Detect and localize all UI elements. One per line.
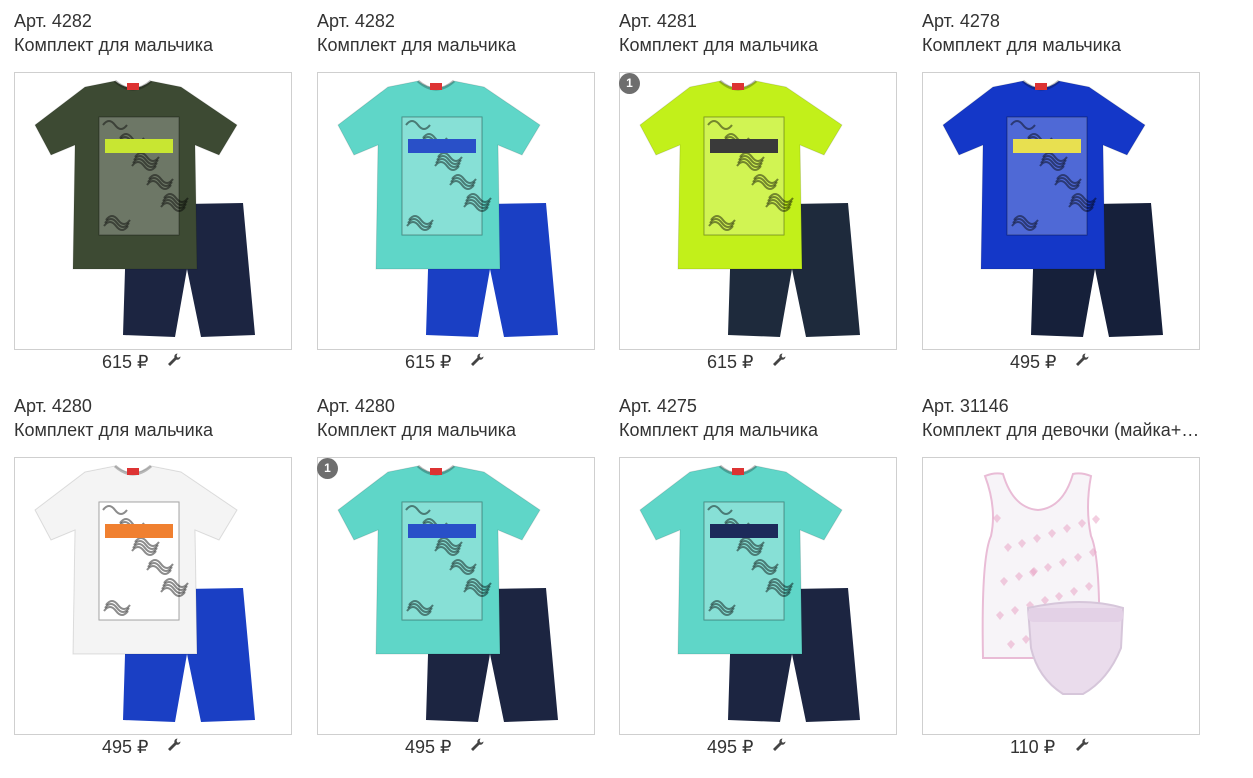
product-price: 495 ₽	[405, 737, 452, 757]
price-row: 495 ₽	[14, 736, 292, 758]
product-article: Арт. 31146	[922, 396, 1009, 416]
product-name[interactable]: Комплект для мальчика	[922, 33, 1200, 57]
product-article: Арт. 4275	[619, 396, 697, 416]
product-photo[interactable]	[317, 72, 595, 350]
product-card[interactable]: Арт. 4282 Комплект для мальчика 615 ₽	[14, 9, 292, 372]
product-article: Арт. 4280	[14, 396, 92, 416]
wrench-icon[interactable]	[166, 737, 182, 753]
wrench-icon[interactable]	[469, 737, 485, 753]
product-name[interactable]: Комплект для мальчика	[619, 33, 897, 57]
product-photo[interactable]	[317, 457, 595, 735]
product-photo[interactable]	[922, 457, 1200, 735]
price-row: 495 ₽	[619, 736, 897, 758]
product-name[interactable]: Комплект для мальчика	[317, 418, 595, 442]
product-card[interactable]: Арт. 4275 Комплект для мальчика 495 ₽	[619, 394, 897, 757]
price-row: 615 ₽	[619, 351, 897, 373]
price-row: 615 ₽	[14, 351, 292, 373]
product-card[interactable]: Арт. 4278 Комплект для мальчика 495 ₽	[922, 9, 1200, 372]
product-price: 110 ₽	[1010, 737, 1056, 757]
wrench-icon[interactable]	[1074, 352, 1090, 368]
product-card[interactable]: Арт. 4280 Комплект для мальчика 1 495 ₽	[317, 394, 595, 757]
product-count-badge: 1	[317, 458, 338, 479]
product-price: 495 ₽	[707, 737, 754, 757]
price-row: 495 ₽	[317, 736, 595, 758]
product-price: 615 ₽	[707, 352, 754, 372]
wrench-icon[interactable]	[771, 352, 787, 368]
product-article: Арт. 4282	[317, 11, 395, 31]
product-name[interactable]: Комплект для мальчика	[317, 33, 595, 57]
product-price: 615 ₽	[102, 352, 149, 372]
wrench-icon[interactable]	[166, 352, 182, 368]
product-name[interactable]: Комплект для мальчика	[619, 418, 897, 442]
product-price: 495 ₽	[1010, 352, 1057, 372]
wrench-icon[interactable]	[469, 352, 485, 368]
product-name[interactable]: Комплект для мальчика	[14, 33, 292, 57]
product-photo[interactable]	[619, 457, 897, 735]
wrench-icon[interactable]	[771, 737, 787, 753]
product-article: Арт. 4278	[922, 11, 1000, 31]
product-price: 615 ₽	[405, 352, 452, 372]
product-price: 495 ₽	[102, 737, 149, 757]
product-name[interactable]: Комплект для мальчика	[14, 418, 292, 442]
product-article: Арт. 4282	[14, 11, 92, 31]
product-article: Арт. 4280	[317, 396, 395, 416]
product-count-badge: 1	[619, 73, 640, 94]
price-row: 495 ₽	[922, 351, 1200, 373]
product-card[interactable]: Арт. 4282 Комплект для мальчика 615 ₽	[317, 9, 595, 372]
product-photo[interactable]	[14, 457, 292, 735]
product-name[interactable]: Комплект для девочки (майка+трусы)	[922, 418, 1200, 442]
wrench-icon[interactable]	[1074, 737, 1090, 753]
price-row: 110 ₽	[922, 736, 1200, 758]
product-photo[interactable]	[619, 72, 897, 350]
product-article: Арт. 4281	[619, 11, 697, 31]
product-card[interactable]: Арт. 31146 Комплект для девочки (майка+т…	[922, 394, 1200, 757]
product-card[interactable]: Арт. 4281 Комплект для мальчика 1 615 ₽	[619, 9, 897, 372]
price-row: 615 ₽	[317, 351, 595, 373]
product-photo[interactable]	[14, 72, 292, 350]
product-card[interactable]: Арт. 4280 Комплект для мальчика 495 ₽	[14, 394, 292, 757]
product-photo[interactable]	[922, 72, 1200, 350]
